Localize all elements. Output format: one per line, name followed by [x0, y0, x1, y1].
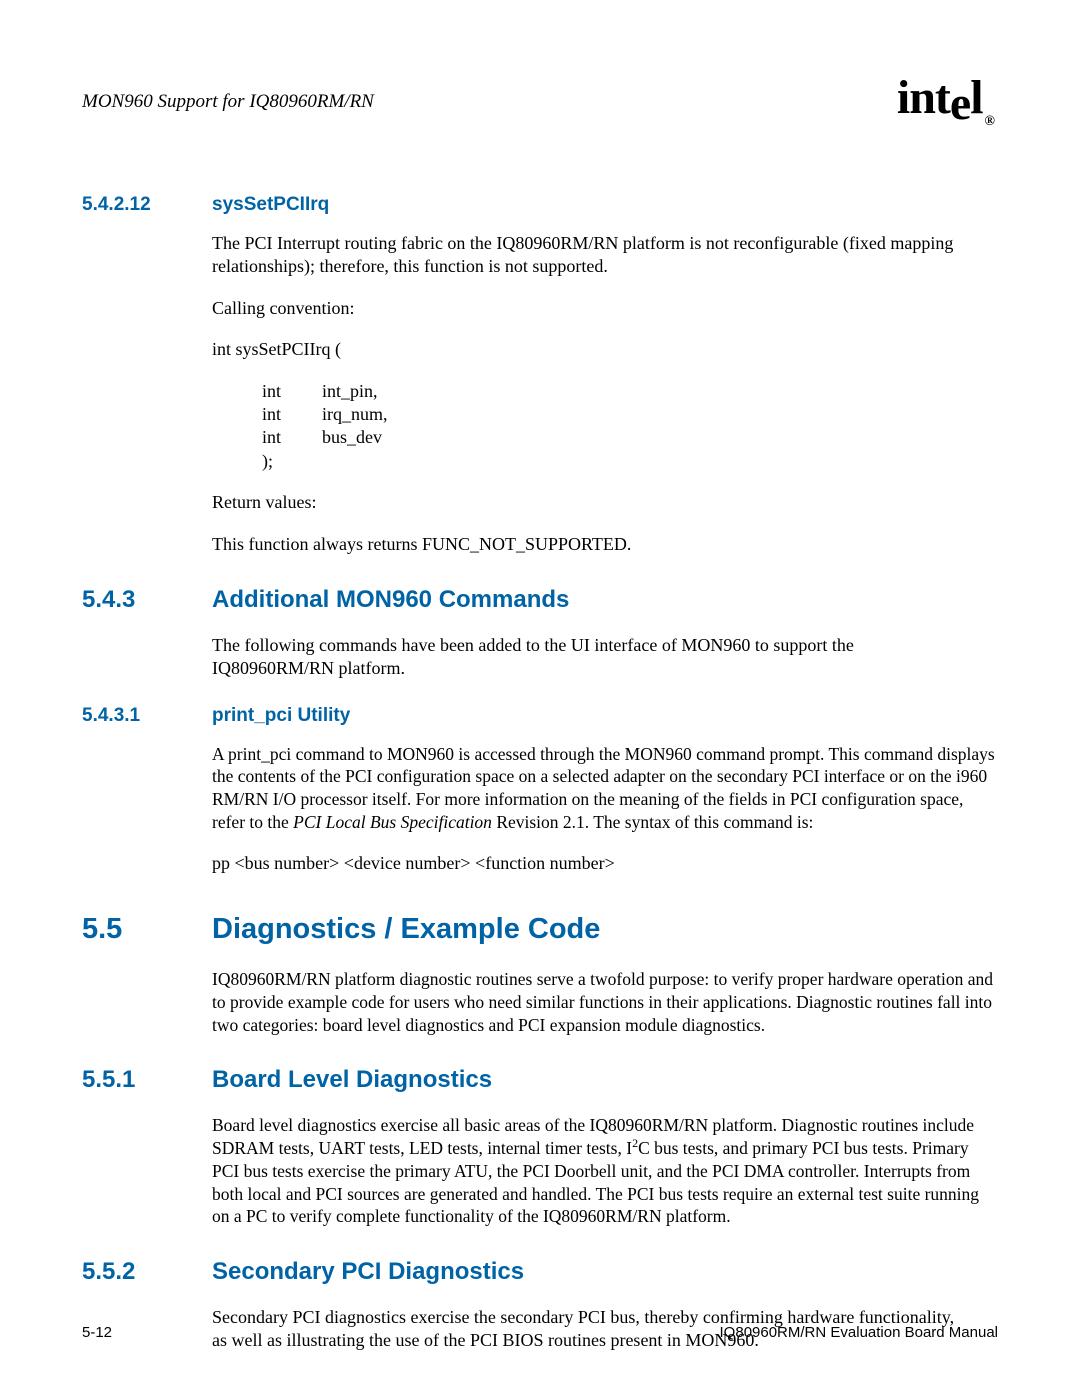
heading-552: 5.5.2 Secondary PCI Diagnostics	[82, 1258, 998, 1286]
logo-main: int	[897, 71, 950, 124]
heading-5431: 5.4.3.1 print_pci Utility	[82, 705, 998, 727]
text-run: Revision 2.1. The syntax of this command…	[492, 812, 813, 832]
heading-num: 5.4.3	[82, 586, 212, 614]
arg-type: int	[262, 380, 322, 403]
heading-text: Board Level Diagnostics	[212, 1066, 492, 1094]
doc-title: MON960 Support for IQ80960RM/RN	[82, 91, 374, 113]
heading-num: 5.5.1	[82, 1066, 212, 1094]
page-number: 5-12	[82, 1324, 112, 1341]
paragraph: This function always returns FUNC_NOT_SU…	[212, 533, 972, 556]
heading-551: 5.5.1 Board Level Diagnostics	[82, 1066, 998, 1094]
heading-num: 5.4.3.1	[82, 705, 212, 727]
page-header: MON960 Support for IQ80960RM/RN intel®	[82, 78, 998, 126]
paragraph: The PCI Interrupt routing fabric on the …	[212, 232, 972, 279]
heading-55: 5.5 Diagnostics / Example Code	[82, 913, 998, 946]
heading-text: print_pci Utility	[212, 705, 350, 727]
paragraph: Calling convention:	[212, 297, 972, 320]
heading-text: Secondary PCI Diagnostics	[212, 1258, 524, 1286]
code-row: int bus_dev	[262, 426, 998, 449]
arg-name: bus_dev	[322, 426, 382, 449]
code-row: int int_pin,	[262, 380, 998, 403]
logo-sub-e: e	[950, 77, 970, 130]
paragraph: Return values:	[212, 491, 972, 514]
heading-text: sysSetPCIIrq	[212, 194, 329, 216]
intel-logo: intel®	[897, 74, 998, 122]
heading-543: 5.4.3 Additional MON960 Commands	[82, 586, 998, 614]
code-block: int int_pin, int irq_num, int bus_dev );	[262, 380, 998, 474]
heading-54212: 5.4.2.12 sysSetPCIIrq	[82, 194, 998, 216]
arg-name: int_pin,	[322, 380, 378, 403]
paragraph: A print_pci command to MON960 is accesse…	[212, 743, 998, 834]
heading-text: Diagnostics / Example Code	[212, 913, 600, 946]
heading-num: 5.4.2.12	[82, 194, 212, 216]
logo-sub-l: l	[970, 71, 982, 124]
body: 5.4.2.12 sysSetPCIIrq The PCI Interrupt …	[82, 132, 998, 1353]
heading-num: 5.5	[82, 913, 212, 946]
text-italic: PCI Local Bus Specification	[293, 812, 492, 832]
page-footer: 5-12 IQ80960RM/RN Evaluation Board Manua…	[82, 1324, 998, 1341]
code-row: int irq_num,	[262, 403, 998, 426]
paragraph: The following commands have been added t…	[212, 634, 972, 681]
page: MON960 Support for IQ80960RM/RN intel® 5…	[0, 0, 1080, 1397]
arg-type: int	[262, 403, 322, 426]
logo-registered-icon: ®	[985, 114, 994, 129]
code-line: pp <bus number> <device number> <functio…	[212, 852, 972, 875]
doc-footer-title: IQ80960RM/RN Evaluation Board Manual	[720, 1324, 998, 1341]
code-row: );	[262, 450, 998, 473]
heading-num: 5.5.2	[82, 1258, 212, 1286]
paragraph: IQ80960RM/RN platform diagnostic routine…	[212, 968, 998, 1036]
arg-name: irq_num,	[322, 403, 388, 426]
paragraph: Board level diagnostics exercise all bas…	[212, 1114, 998, 1228]
arg-type: int	[262, 426, 322, 449]
heading-text: Additional MON960 Commands	[212, 586, 569, 614]
arg-close: );	[262, 450, 322, 473]
code-line: int sysSetPCIIrq (	[212, 338, 972, 361]
